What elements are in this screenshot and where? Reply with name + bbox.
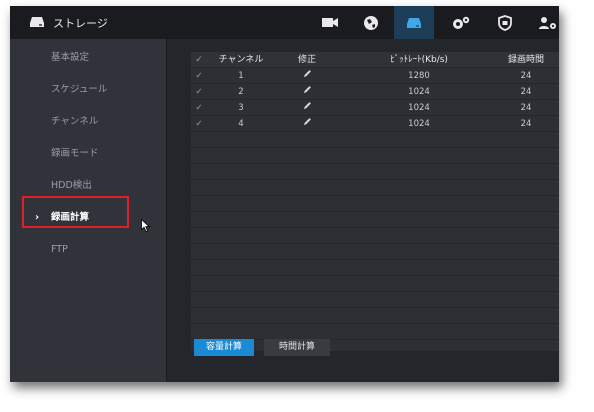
empty-table-row: [191, 212, 559, 228]
empty-table-row: [191, 292, 559, 308]
camera-icon[interactable]: [310, 6, 350, 39]
column-header-bitrate: ﾋﾞｯﾄﾚｰﾄ(Kb/s): [390, 55, 448, 65]
table-row: ✓ 3 1024 24: [191, 100, 559, 116]
empty-table-row: [191, 260, 559, 276]
record-calc-table: ✓ チャンネル 修正 ﾋﾞｯﾄﾚｰﾄ(Kb/s) 録画時間 ✓ 1 1280 2…: [191, 52, 559, 351]
empty-table-row: [191, 324, 559, 340]
row-checkbox[interactable]: ✓: [193, 68, 205, 84]
empty-table-row: [191, 132, 559, 148]
sidebar-item-label: 基本設定: [51, 52, 90, 63]
edit-pencil-icon[interactable]: [287, 100, 327, 116]
bitrate-cell: 1280: [408, 71, 430, 81]
row-checkbox[interactable]: ✓: [193, 100, 205, 116]
edit-pencil-icon[interactable]: [287, 84, 327, 100]
record-time-cell: 24: [520, 119, 532, 129]
edit-pencil-icon[interactable]: [287, 116, 327, 132]
row-checkbox[interactable]: ✓: [193, 116, 205, 132]
sidebar-item-record-mode[interactable]: 録画モード: [10, 144, 166, 164]
empty-table-row: [191, 196, 559, 212]
sidebar-item-label: FTP: [51, 244, 68, 255]
sidebar-item-ftp[interactable]: FTP: [10, 240, 166, 260]
mouse-cursor-icon: [141, 217, 151, 236]
channel-cell: 4: [238, 119, 244, 129]
sidebar-item-label: チャンネル: [51, 116, 99, 127]
account-icon[interactable]: [528, 6, 559, 39]
security-shield-icon[interactable]: [485, 6, 525, 39]
table-header-row: ✓ チャンネル 修正 ﾋﾞｯﾄﾚｰﾄ(Kb/s) 録画時間: [191, 52, 559, 68]
sidebar-item-channel[interactable]: チャンネル: [10, 112, 166, 132]
storage-drive-icon: [29, 13, 45, 32]
bitrate-cell: 1024: [408, 119, 430, 129]
page-header: ストレージ: [29, 6, 108, 39]
sidebar-item-label: スケジュール: [51, 84, 108, 95]
channel-cell: 1: [238, 71, 244, 81]
empty-table-row: [191, 276, 559, 292]
sidebar-item-label: 録画モード: [51, 148, 99, 159]
network-icon[interactable]: [351, 6, 391, 39]
main-panel: ✓ チャンネル 修正 ﾋﾞｯﾄﾚｰﾄ(Kb/s) 録画時間 ✓ 1 1280 2…: [166, 39, 559, 382]
sidebar-item-basic-settings[interactable]: 基本設定: [10, 48, 166, 68]
empty-table-row: [191, 308, 559, 324]
empty-table-row: [191, 228, 559, 244]
record-time-cell: 24: [520, 87, 532, 97]
channel-cell: 3: [238, 103, 244, 113]
storage-icon[interactable]: [394, 6, 434, 39]
empty-table-row: [191, 148, 559, 164]
table-row: ✓ 2 1024 24: [191, 84, 559, 100]
top-bar: ストレージ: [10, 6, 559, 39]
empty-table-row: [191, 244, 559, 260]
column-header-edit: 修正: [297, 55, 316, 65]
row-checkbox[interactable]: ✓: [193, 84, 205, 100]
bitrate-cell: 1024: [408, 103, 430, 113]
column-header-channel: チャンネル: [218, 55, 264, 65]
table-row: ✓ 1 1280 24: [191, 68, 559, 84]
record-time-cell: 24: [520, 103, 532, 113]
empty-table-row: [191, 180, 559, 196]
capacity-calc-button[interactable]: 容量計算: [194, 339, 254, 356]
channel-cell: 2: [238, 87, 244, 97]
column-header-record-time: 録画時間: [507, 55, 544, 65]
highlight-box: [22, 196, 129, 228]
time-calc-button[interactable]: 時間計算: [264, 339, 330, 356]
app-window: ストレージ 基本設定 スケジュール チャンネル 録画モード HDD検出 › 録画…: [10, 6, 559, 382]
bitrate-cell: 1024: [408, 87, 430, 97]
empty-table-row: [191, 164, 559, 180]
sidebar-item-schedule[interactable]: スケジュール: [10, 80, 166, 100]
table-row: ✓ 4 1024 24: [191, 116, 559, 132]
sidebar-item-hdd-detect[interactable]: HDD検出: [10, 176, 166, 196]
system-gear-icon[interactable]: [441, 6, 481, 39]
record-time-cell: 24: [520, 71, 532, 81]
sidebar-item-label: HDD検出: [51, 180, 92, 191]
page-title: ストレージ: [53, 16, 108, 30]
edit-pencil-icon[interactable]: [287, 68, 327, 84]
select-all-checkbox[interactable]: ✓: [193, 52, 205, 68]
